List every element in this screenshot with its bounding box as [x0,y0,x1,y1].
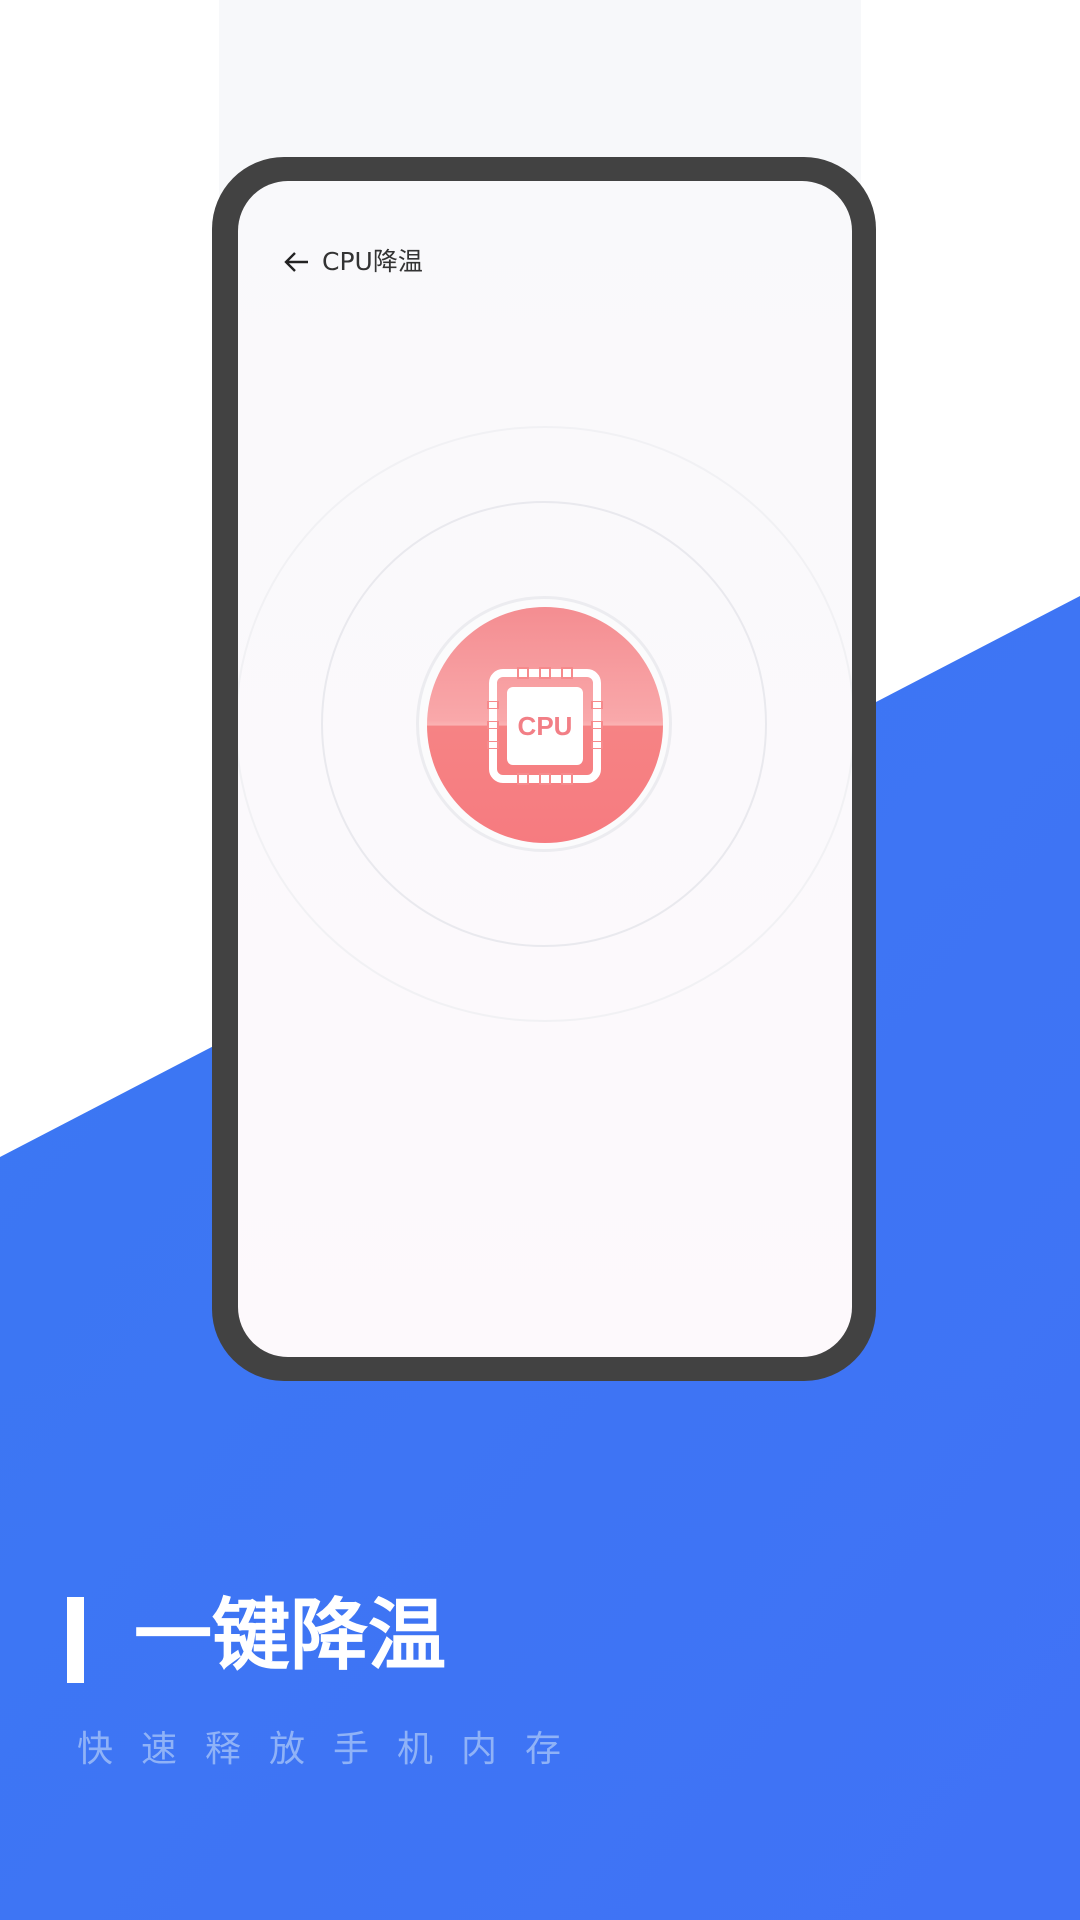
cpu-cool-button[interactable]: CPU [427,607,663,843]
phone-screen: CPU降温 CPU [238,181,852,1357]
cpu-chip-icon: CPU [487,667,603,785]
promo-subtitle: 快速释放手机内存 [77,1729,590,1770]
screen-title: CPU降温 [322,247,423,276]
arrow-left-icon[interactable] [282,247,312,277]
promo-headline: 一键降温 [134,1591,447,1681]
chip-label: CPU [518,711,573,741]
phone-mockup: CPU降温 CPU [212,157,876,1381]
accent-bar [67,1597,84,1683]
